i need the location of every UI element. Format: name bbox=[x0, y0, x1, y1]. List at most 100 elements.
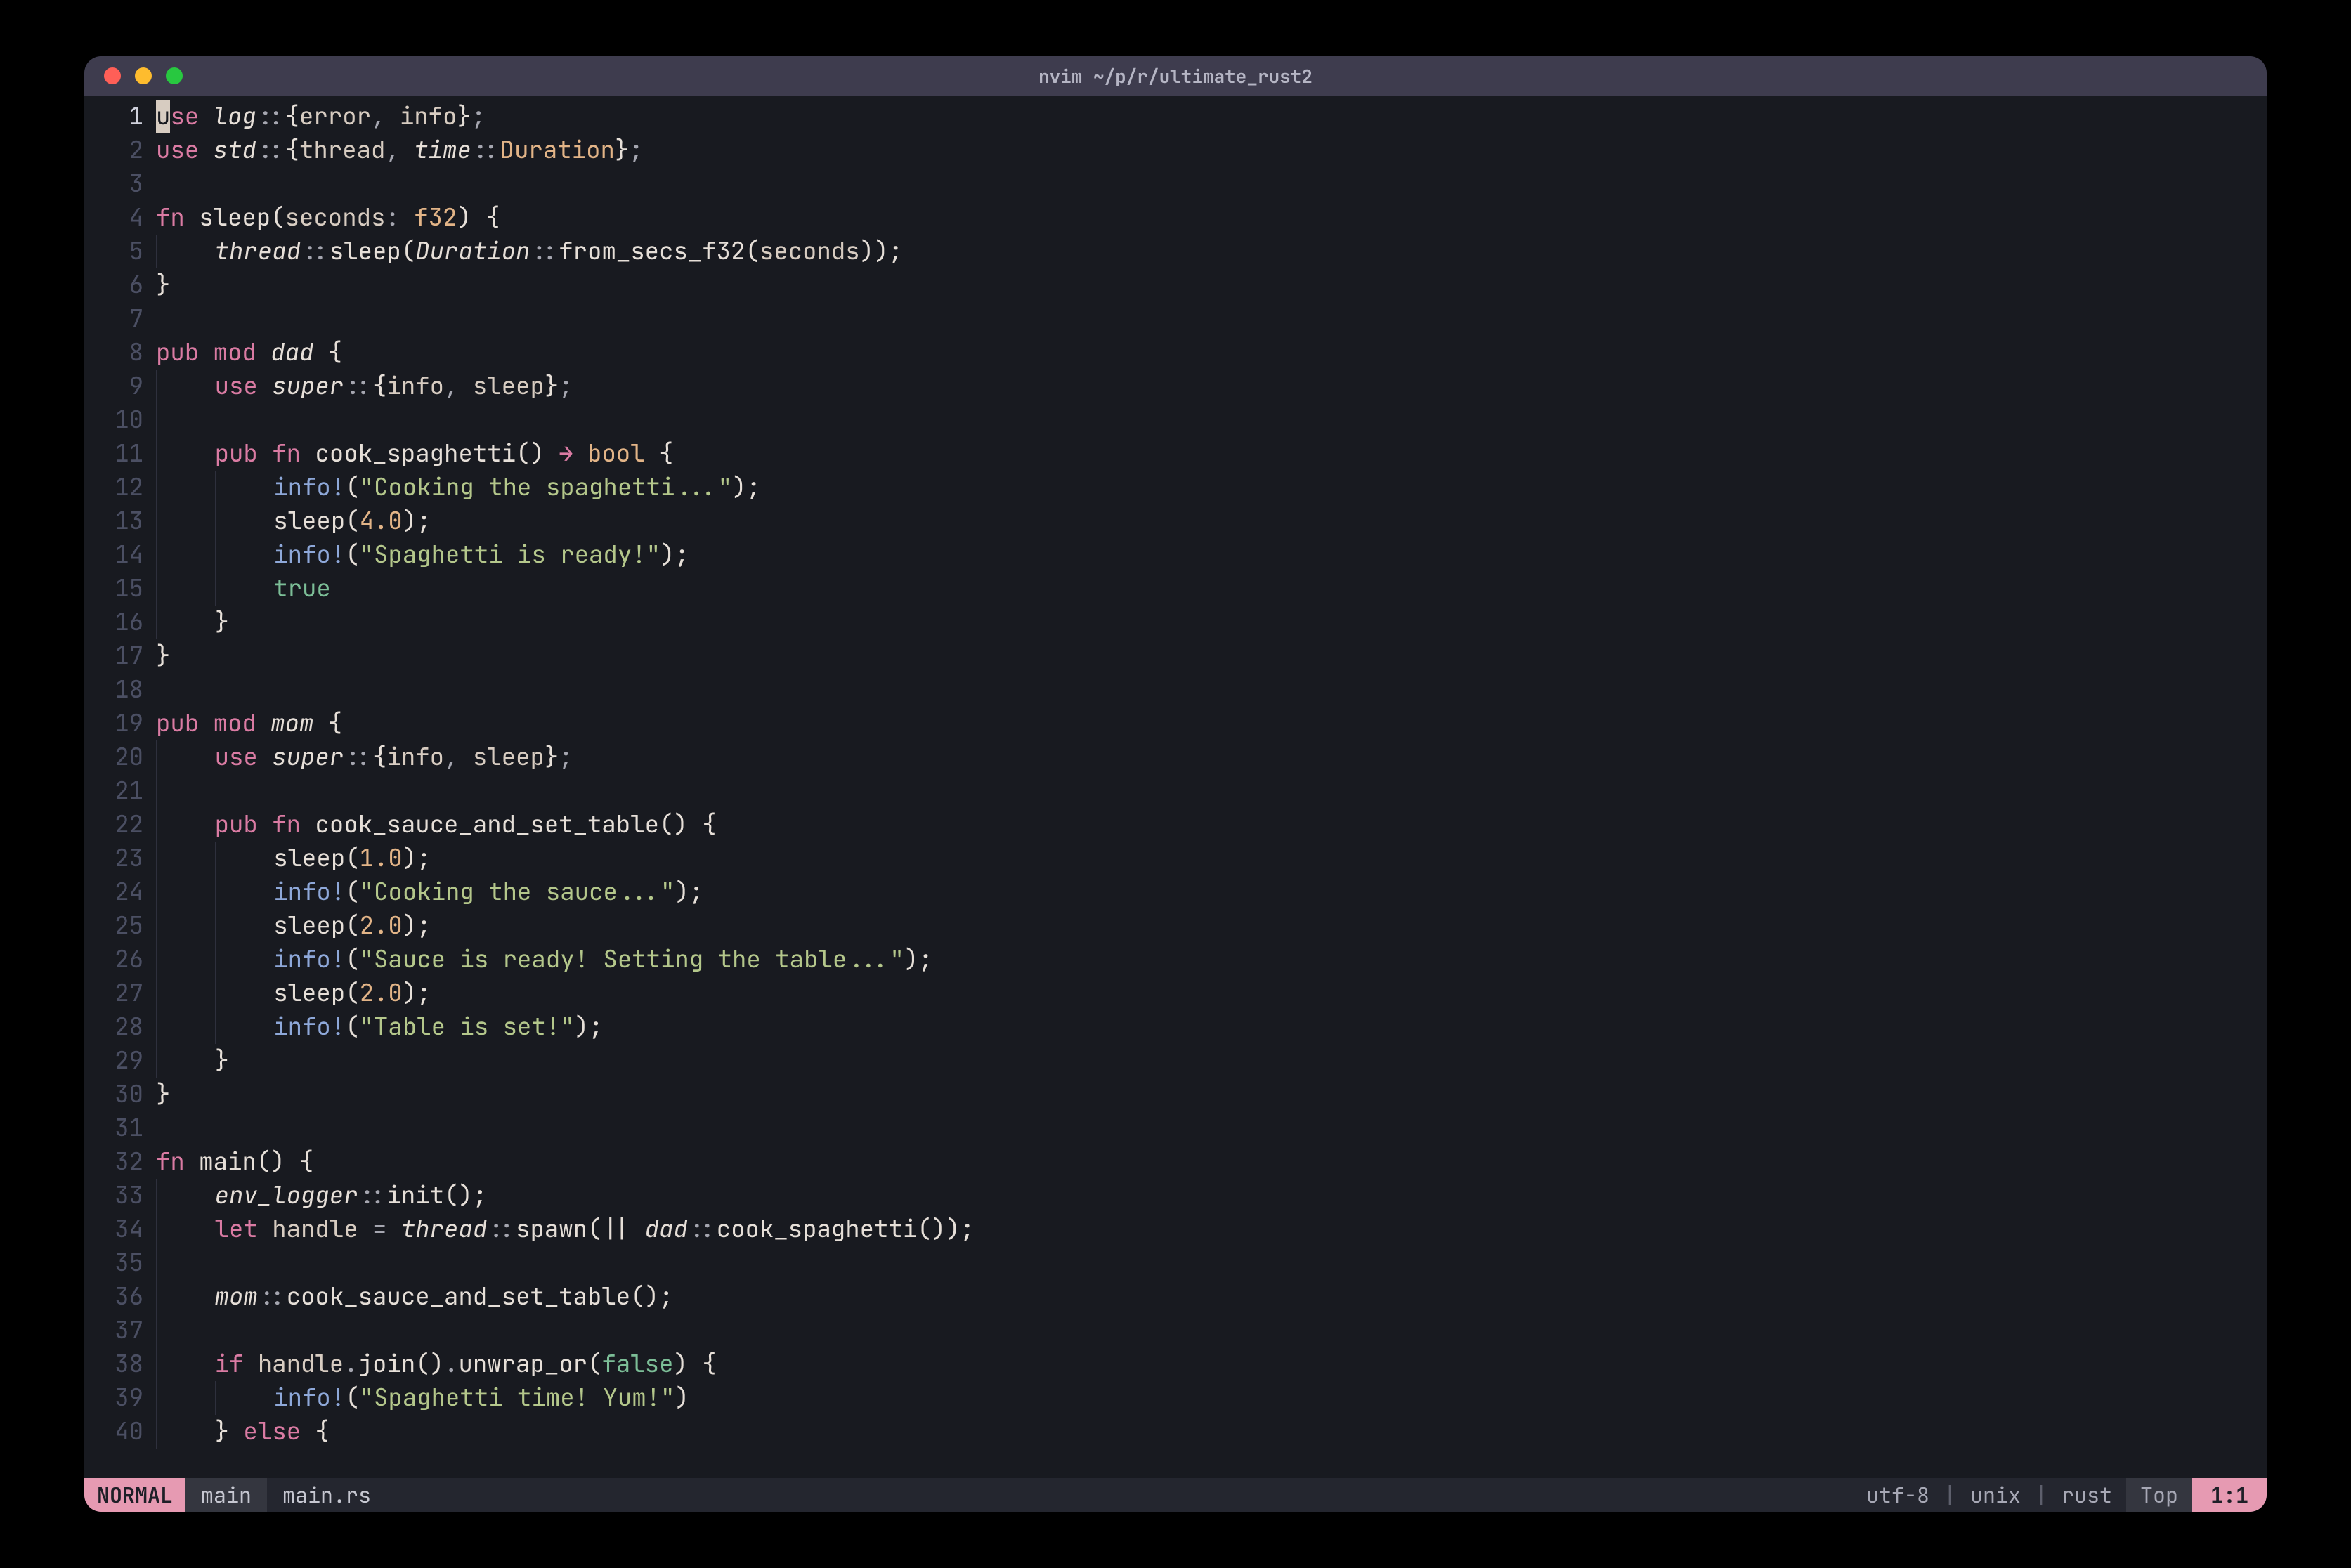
code-line[interactable]: sleep(1.0); bbox=[156, 842, 2267, 875]
line-number: 27 bbox=[84, 976, 143, 1010]
line-number: 14 bbox=[84, 538, 143, 572]
line-number: 26 bbox=[84, 943, 143, 976]
terminal-window: nvim ~/p/r/ultimate_rust2 12345678910111… bbox=[84, 56, 2267, 1512]
zoom-icon[interactable] bbox=[166, 67, 183, 84]
code-line[interactable]: fn main() { bbox=[156, 1145, 2267, 1179]
line-number: 13 bbox=[84, 504, 143, 538]
close-icon[interactable] bbox=[104, 67, 121, 84]
code-line[interactable] bbox=[156, 1314, 2267, 1347]
line-number: 11 bbox=[84, 437, 143, 471]
line-number: 6 bbox=[84, 268, 143, 302]
code-line[interactable]: info!("Spaghetti time! Yum!") bbox=[156, 1381, 2267, 1415]
line-number: 15 bbox=[84, 572, 143, 606]
line-number: 35 bbox=[84, 1246, 143, 1280]
line-number: 16 bbox=[84, 606, 143, 639]
statusline-right: utf-8 | unix | rust Top 1:1 bbox=[1852, 1478, 2267, 1512]
code-line[interactable]: info!("Cooking the spaghetti..."); bbox=[156, 471, 2267, 504]
code-line[interactable]: use super::{info, sleep}; bbox=[156, 740, 2267, 774]
code-line[interactable] bbox=[156, 774, 2267, 808]
line-number: 36 bbox=[84, 1280, 143, 1314]
line-number: 39 bbox=[84, 1381, 143, 1415]
minimize-icon[interactable] bbox=[135, 67, 152, 84]
line-number: 33 bbox=[84, 1179, 143, 1213]
code-line[interactable]: use log::{error, info}; bbox=[156, 100, 2267, 133]
line-number: 20 bbox=[84, 740, 143, 774]
code-line[interactable]: sleep(2.0); bbox=[156, 976, 2267, 1010]
line-number: 4 bbox=[84, 201, 143, 235]
filename: main.rs bbox=[267, 1481, 386, 1509]
code-line[interactable]: pub fn cook_spaghetti() → bool { bbox=[156, 437, 2267, 471]
line-number: 29 bbox=[84, 1044, 143, 1078]
code-line[interactable]: info!("Spaghetti is ready!"); bbox=[156, 538, 2267, 572]
line-number: 21 bbox=[84, 774, 143, 808]
window-titlebar: nvim ~/p/r/ultimate_rust2 bbox=[84, 56, 2267, 96]
scroll-position: Top bbox=[2126, 1478, 2192, 1512]
code-line[interactable]: info!("Table is set!"); bbox=[156, 1010, 2267, 1044]
code-line[interactable] bbox=[156, 673, 2267, 707]
code-line[interactable]: let handle = thread::spawn(|| dad::cook_… bbox=[156, 1213, 2267, 1246]
cursor: u bbox=[156, 100, 170, 133]
line-number: 22 bbox=[84, 808, 143, 842]
code-line[interactable]: sleep(2.0); bbox=[156, 909, 2267, 943]
code-line[interactable]: } else { bbox=[156, 1415, 2267, 1449]
code-line[interactable]: mom::cook_sauce_and_set_table(); bbox=[156, 1280, 2267, 1314]
code-line[interactable]: sleep(4.0); bbox=[156, 504, 2267, 538]
git-branch: main bbox=[185, 1478, 267, 1512]
code-line[interactable]: } bbox=[156, 606, 2267, 639]
code-line[interactable]: thread::sleep(Duration::from_secs_f32(se… bbox=[156, 235, 2267, 268]
code-line[interactable]: info!("Sauce is ready! Setting the table… bbox=[156, 943, 2267, 976]
code-line[interactable]: info!("Cooking the sauce..."); bbox=[156, 875, 2267, 909]
code-line[interactable]: fn sleep(seconds: f32) { bbox=[156, 201, 2267, 235]
line-number: 31 bbox=[84, 1111, 143, 1145]
code-area[interactable]: use log::{error, info};use std::{thread,… bbox=[155, 100, 2267, 1478]
code-line[interactable]: pub fn cook_sauce_and_set_table() { bbox=[156, 808, 2267, 842]
line-number: 34 bbox=[84, 1213, 143, 1246]
line-number: 28 bbox=[84, 1010, 143, 1044]
line-number: 18 bbox=[84, 673, 143, 707]
fileformat: unix bbox=[1956, 1481, 2035, 1509]
line-number: 3 bbox=[84, 167, 143, 201]
line-number: 17 bbox=[84, 639, 143, 673]
code-line[interactable] bbox=[156, 167, 2267, 201]
filetype: rust bbox=[2047, 1481, 2126, 1509]
code-line[interactable]: env_logger::init(); bbox=[156, 1179, 2267, 1213]
window-title: nvim ~/p/r/ultimate_rust2 bbox=[84, 64, 2267, 89]
code-line[interactable]: pub mod mom { bbox=[156, 707, 2267, 740]
status-line: NORMAL main main.rs utf-8 | unix | rust … bbox=[84, 1478, 2267, 1512]
code-line[interactable]: } bbox=[156, 1078, 2267, 1111]
line-number: 25 bbox=[84, 909, 143, 943]
code-line[interactable]: } bbox=[156, 639, 2267, 673]
line-number: 24 bbox=[84, 875, 143, 909]
line-number: 32 bbox=[84, 1145, 143, 1179]
code-line[interactable]: } bbox=[156, 268, 2267, 302]
line-number: 2 bbox=[84, 133, 143, 167]
code-line[interactable]: } bbox=[156, 1044, 2267, 1078]
line-number: 5 bbox=[84, 235, 143, 268]
code-line[interactable] bbox=[156, 403, 2267, 437]
line-number: 12 bbox=[84, 471, 143, 504]
code-line[interactable] bbox=[156, 1246, 2267, 1280]
line-number: 9 bbox=[84, 370, 143, 403]
code-line[interactable] bbox=[156, 1111, 2267, 1145]
line-number: 8 bbox=[84, 336, 143, 370]
code-line[interactable] bbox=[156, 302, 2267, 336]
line-number: 19 bbox=[84, 707, 143, 740]
line-number: 30 bbox=[84, 1078, 143, 1111]
line-number: 7 bbox=[84, 302, 143, 336]
encoding: utf-8 bbox=[1852, 1481, 1943, 1509]
code-line[interactable]: if handle.join().unwrap_or(false) { bbox=[156, 1347, 2267, 1381]
code-line[interactable]: pub mod dad { bbox=[156, 336, 2267, 370]
traffic-lights bbox=[104, 67, 183, 84]
line-number: 10 bbox=[84, 403, 143, 437]
line-number: 38 bbox=[84, 1347, 143, 1381]
code-line[interactable]: use std::{thread, time::Duration}; bbox=[156, 133, 2267, 167]
code-line[interactable]: use super::{info, sleep}; bbox=[156, 370, 2267, 403]
editor-pane[interactable]: 1234567891011121314151617181920212223242… bbox=[84, 96, 2267, 1478]
cursor-position: 1:1 bbox=[2192, 1478, 2267, 1512]
line-number: 40 bbox=[84, 1415, 143, 1449]
code-line[interactable]: true bbox=[156, 572, 2267, 606]
mode-indicator: NORMAL bbox=[84, 1478, 185, 1512]
line-number-gutter: 1234567891011121314151617181920212223242… bbox=[84, 100, 155, 1478]
line-number: 23 bbox=[84, 842, 143, 875]
line-number: 1 bbox=[84, 100, 143, 133]
